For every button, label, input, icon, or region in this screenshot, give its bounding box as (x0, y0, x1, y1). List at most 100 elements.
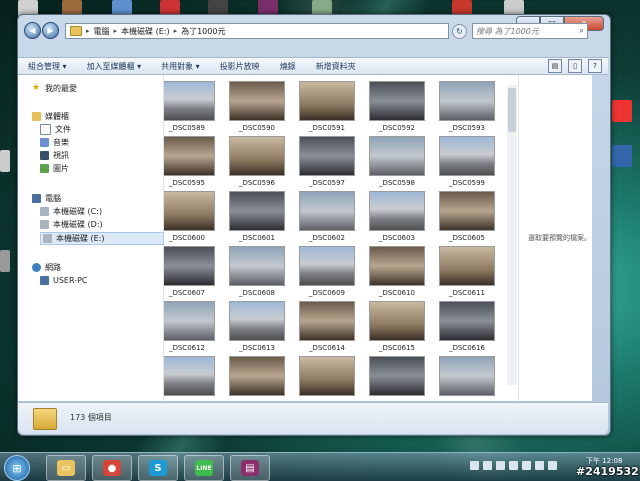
nav-label: 電腦 (45, 194, 61, 203)
file-thumbnail[interactable] (229, 356, 285, 401)
file-thumbnail[interactable] (164, 356, 215, 401)
file-thumbnail[interactable]: _DSC0590 (229, 81, 285, 135)
photo-preview-image (164, 191, 215, 231)
nav-label: 音樂 (53, 138, 69, 147)
share-with-menu[interactable]: 共用對象 ▾ (151, 61, 210, 72)
file-thumbnail[interactable]: _DSC0598 (369, 136, 425, 190)
taskbar-winrar-button[interactable]: ▤ (230, 455, 270, 481)
address-bar[interactable]: ▸ 電腦 ▸ 本機磁碟 (E:) ▸ 為了1000元 (65, 23, 449, 39)
folder-icon (70, 26, 82, 36)
preview-pane-icon[interactable]: ▯ (568, 59, 582, 73)
file-thumbnail[interactable]: _DSC0599 (439, 136, 495, 190)
file-thumbnail[interactable]: _DSC0595 (164, 136, 215, 190)
tray-app-icon[interactable] (483, 461, 492, 470)
file-thumbnail[interactable] (369, 356, 425, 401)
file-thumbnail[interactable]: _DSC0612 (164, 301, 215, 355)
file-thumbnail[interactable]: _DSC0616 (439, 301, 495, 355)
photo-preview-image (299, 356, 355, 396)
start-button[interactable]: ⊞ (4, 455, 30, 481)
nav-label: 圖片 (53, 164, 69, 173)
desktop-icon[interactable] (612, 100, 632, 122)
new-folder-button[interactable]: 新增資料夾 (306, 61, 366, 72)
tray-app-icon[interactable] (496, 461, 505, 470)
file-thumbnail[interactable]: _DSC0589 (164, 81, 215, 135)
photo-preview-image (229, 136, 285, 176)
file-thumbnail[interactable]: _DSC0596 (229, 136, 285, 190)
nav-library-videos[interactable]: 視訊 (40, 150, 69, 161)
file-thumbnail[interactable]: _DSC0607 (164, 246, 215, 300)
desktop-icon[interactable] (612, 145, 632, 167)
nav-library-music[interactable]: 音樂 (40, 137, 69, 148)
photo-preview-image (439, 136, 495, 176)
file-thumbnail[interactable]: _DSC0597 (299, 136, 355, 190)
nav-drive-d[interactable]: 本機磁碟 (D:) (40, 219, 103, 230)
tray-arrow-icon[interactable] (470, 461, 479, 470)
view-options-icon[interactable]: ▤ (548, 59, 562, 73)
breadcrumb-drive-e[interactable]: 本機磁碟 (E:) (121, 26, 170, 37)
nav-computer[interactable]: 電腦 (32, 193, 61, 204)
file-thumbnail[interactable]: _DSC0609 (299, 246, 355, 300)
tray-app-icon[interactable] (509, 461, 518, 470)
file-thumbnail[interactable]: _DSC0603 (369, 191, 425, 245)
photo-preview-image (164, 81, 215, 121)
nav-drive-e[interactable]: 本機磁碟 (E:) (40, 232, 164, 245)
nav-library-pictures[interactable]: 圖片 (40, 163, 69, 174)
file-thumbnail[interactable]: _DSC0591 (299, 81, 355, 135)
slideshow-button[interactable]: 投影片放映 (210, 61, 270, 72)
photo-preview-image (299, 81, 355, 121)
back-button[interactable]: ◀ (24, 22, 41, 39)
file-thumbnail[interactable]: _DSC0611 (439, 246, 495, 300)
nav-network[interactable]: 網路 (32, 262, 61, 273)
item-count: 173 個項目 (70, 413, 112, 422)
photo-preview-image (439, 301, 495, 341)
taskbar-line-button[interactable]: LINE (184, 455, 224, 481)
photo-preview-image (299, 191, 355, 231)
nav-label: 媒體櫃 (45, 112, 69, 121)
nav-network-pc[interactable]: USER-PC (40, 275, 88, 286)
help-icon[interactable]: ? (588, 59, 602, 73)
desktop-icon[interactable] (0, 150, 10, 172)
nav-drive-c[interactable]: 本機磁碟 (C:) (40, 206, 102, 217)
file-thumbnail[interactable]: _DSC0610 (369, 246, 425, 300)
refresh-button[interactable]: ↻ (452, 24, 467, 39)
file-name: _DSC0613 (238, 344, 276, 352)
add-to-library-menu[interactable]: 加入至媒體櫃 ▾ (77, 61, 152, 72)
taskbar-explorer-button[interactable]: ▭ (46, 455, 86, 481)
file-thumbnail[interactable] (439, 356, 495, 401)
breadcrumb-computer[interactable]: 電腦 (94, 26, 110, 37)
file-thumbnail[interactable]: _DSC0600 (164, 191, 215, 245)
command-bar: 組合管理 ▾ 加入至媒體櫃 ▾ 共用對象 ▾ 投影片放映 燒錄 新增資料夾 ▤ … (18, 57, 608, 75)
nav-library-documents[interactable]: 文件 (40, 124, 71, 135)
burn-button[interactable]: 燒錄 (270, 61, 306, 72)
forward-button[interactable]: ▶ (42, 22, 59, 39)
tray-app-icon[interactable] (522, 461, 531, 470)
file-thumbnail[interactable]: _DSC0605 (439, 191, 495, 245)
file-thumbnail[interactable]: _DSC0613 (229, 301, 285, 355)
file-thumbnail[interactable]: _DSC0602 (299, 191, 355, 245)
search-placeholder: 搜尋 為了1000元 (476, 26, 539, 36)
volume-icon[interactable] (548, 461, 557, 470)
organize-menu[interactable]: 組合管理 ▾ (18, 61, 77, 72)
desktop-icon[interactable] (0, 250, 10, 272)
photo-preview-image (229, 191, 285, 231)
file-thumbnail[interactable]: _DSC0608 (229, 246, 285, 300)
chevron-right-icon[interactable]: ▸ (114, 27, 118, 35)
file-thumbnail[interactable]: _DSC0592 (369, 81, 425, 135)
file-thumbnail[interactable]: _DSC0615 (369, 301, 425, 355)
nav-libraries[interactable]: 媒體櫃 (32, 111, 69, 122)
file-thumbnail[interactable]: _DSC0601 (229, 191, 285, 245)
file-thumbnail[interactable]: _DSC0614 (299, 301, 355, 355)
scrollbar-thumb[interactable] (508, 88, 516, 132)
taskbar-skype-button[interactable]: S (138, 455, 178, 481)
file-thumbnail[interactable]: _DSC0593 (439, 81, 495, 135)
chevron-right-icon[interactable]: ▸ (174, 27, 178, 35)
file-thumbnail[interactable] (299, 356, 355, 401)
file-name: _DSC0589 (168, 124, 206, 132)
search-input[interactable]: 搜尋 為了1000元 ⌕ (472, 23, 588, 39)
network-icon[interactable] (535, 461, 544, 470)
taskbar-chrome-button[interactable]: ● (92, 455, 132, 481)
nav-favorites[interactable]: ★ 我的最愛 (32, 83, 77, 94)
breadcrumb-folder[interactable]: 為了1000元 (181, 26, 225, 37)
search-icon[interactable]: ⌕ (580, 26, 584, 36)
file-name: _DSC0598 (378, 179, 416, 187)
